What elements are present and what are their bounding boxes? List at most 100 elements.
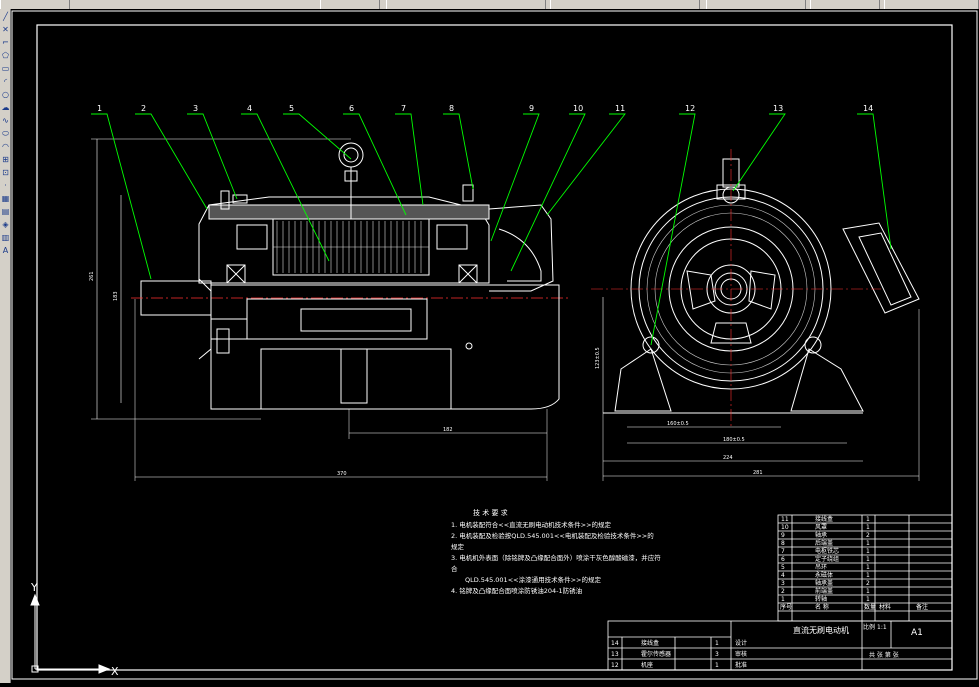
part-qty: 1 <box>866 548 870 555</box>
part-no: 10 <box>781 524 789 531</box>
toolbar-segment[interactable] <box>0 0 70 9</box>
part-no: 4 <box>781 572 785 579</box>
part-qty: 2 <box>866 532 870 539</box>
notes-line-4: 3. 电机机外表面（除铭牌及凸缘配合面外）喷涂干灰色醇酸磁漆，并应符 <box>451 553 661 562</box>
table-icon[interactable]: ▥ <box>1 233 10 242</box>
drawing-canvas[interactable]: 1 2 3 4 5 6 7 8 9 10 11 12 13 14 261 183… <box>11 9 979 683</box>
title-toolbar-strip <box>0 0 979 9</box>
ellipse-icon[interactable]: ⬭ <box>1 129 10 138</box>
polygon-icon[interactable]: ⬠ <box>1 51 10 60</box>
lower-part-qty: 3 <box>715 651 719 658</box>
part-name: 永磁体 <box>815 571 833 579</box>
cad-drawing[interactable]: 1 2 3 4 5 6 7 8 9 10 11 12 13 14 261 183… <box>11 9 979 683</box>
lower-part-name: 机座 <box>641 661 653 669</box>
part-qty: 1 <box>866 556 870 563</box>
head-no: 序号 <box>780 603 792 611</box>
ucs-x-label: X <box>111 665 119 678</box>
lower-part-name: 霍尔传感器 <box>641 650 671 658</box>
part-no: 6 <box>781 556 785 563</box>
part-no: 2 <box>781 588 785 595</box>
dim-right-h4: 281 <box>753 470 763 476</box>
gradient-icon[interactable]: ▤ <box>1 207 10 216</box>
construction-line-icon[interactable]: ✕ <box>1 25 10 34</box>
part-qty: 2 <box>866 580 870 587</box>
balloon-8: 8 <box>449 104 454 113</box>
ellipse-arc-icon[interactable]: ◠ <box>1 142 10 151</box>
part-name: 接线盒 <box>815 515 833 523</box>
part-name: 轴承盖 <box>815 579 833 587</box>
lower-part-qty: 1 <box>715 640 719 647</box>
lower-part-name: 接线盒 <box>641 639 659 647</box>
toolbar-segment[interactable] <box>320 0 380 9</box>
part-name: 后端盖 <box>815 539 833 547</box>
dim-right-h3: 224 <box>723 455 733 461</box>
head-qty: 数量 <box>864 603 876 611</box>
part-name: 风罩 <box>815 524 827 531</box>
part-qty: 1 <box>866 516 870 523</box>
part-name: 定子绕组 <box>815 555 839 563</box>
part-no: 7 <box>781 548 785 555</box>
part-name: 吊环 <box>815 564 827 571</box>
mtext-icon[interactable]: A <box>1 246 10 255</box>
balloon-labels: 1 2 3 4 5 6 7 8 9 10 11 12 13 14 <box>97 104 873 113</box>
scale-label: 比例 <box>863 623 875 631</box>
spline-icon[interactable]: ∿ <box>1 116 10 125</box>
notes-line-3: 规定 <box>451 542 465 551</box>
line-tool-icon[interactable]: ╱ <box>1 12 10 21</box>
role-approve: 批准 <box>735 661 747 669</box>
circle-icon[interactable]: ○ <box>1 90 10 99</box>
balloon-7: 7 <box>401 104 406 113</box>
lower-part-qty: 1 <box>715 662 719 669</box>
insert-block-icon[interactable]: ⊞ <box>1 155 10 164</box>
scale-value: 1:1 <box>877 624 887 631</box>
ucs-icon: Y X <box>30 581 119 678</box>
part-no: 11 <box>781 516 789 523</box>
plotstyle-dropdown[interactable] <box>884 0 979 9</box>
dim-right-h1: 160±0.5 <box>667 421 689 427</box>
arc-icon[interactable]: ◜ <box>1 77 10 86</box>
role-design: 设计 <box>735 639 747 647</box>
polyline-icon[interactable]: ⌐ <box>1 38 10 47</box>
dim-right-vert: 123±0.5 <box>595 347 601 369</box>
layer-dropdown[interactable] <box>386 0 546 9</box>
dim-bottom2: 370 <box>337 471 347 477</box>
balloon-11: 11 <box>615 104 625 113</box>
draw-toolbar: ╱ ✕ ⌐ ⬠ ▭ ◜ ○ ☁ ∿ ⬭ ◠ ⊞ ⊡ · ▦ ▤ ◈ ▥ A <box>0 9 11 683</box>
dim-left-vert: 261 <box>89 271 95 281</box>
dim-right-h2: 180±0.5 <box>723 437 745 443</box>
lineweight-dropdown[interactable] <box>810 0 880 9</box>
part-name: 轴承 <box>815 531 827 539</box>
lower-part-no: 12 <box>611 662 619 669</box>
hatch-icon[interactable]: ▦ <box>1 194 10 203</box>
head-material: 材料 <box>879 603 891 611</box>
notes-line-7: 4. 铭牌及凸缘配合面喷涂防锈油204-1防锈油 <box>451 586 582 595</box>
parts-list-text: 11 接线盒 1 10 风罩 1 9 轴承 2 8 后端盖 1 7 电枢铁芯 1… <box>611 515 928 669</box>
part-no: 1 <box>781 596 785 603</box>
part-name: 前端盖 <box>815 587 833 595</box>
notes-line-5: 合 <box>451 564 458 573</box>
color-dropdown[interactable] <box>550 0 700 9</box>
balloon-14: 14 <box>863 104 873 113</box>
front-end-view <box>591 149 920 481</box>
role-review: 审核 <box>735 650 747 658</box>
part-no: 3 <box>781 580 785 587</box>
notes-line-2: 2. 电机装配及检验按QLD.545.001<<电机装配及检验技术条件>>的 <box>451 531 654 540</box>
part-qty: 1 <box>866 588 870 595</box>
company: 共 张 第 张 <box>869 651 899 659</box>
dim-left-vert2: 183 <box>113 291 119 301</box>
side-section-view <box>91 138 571 481</box>
part-qty: 1 <box>866 564 870 571</box>
dimension-texts: 261 183 182 370 123±0.5 160±0.5 180±0.5 … <box>89 271 763 477</box>
technical-notes: 技 术 要 求 1. 电机装配符合<<直流无刷电动机技术条件>>的规定 2. 电… <box>451 508 661 595</box>
sheet-size: A1 <box>911 628 923 638</box>
point-icon[interactable]: · <box>1 181 10 190</box>
region-icon[interactable]: ◈ <box>1 220 10 229</box>
linetype-dropdown[interactable] <box>706 0 806 9</box>
notes-line-1: 1. 电机装配符合<<直流无刷电动机技术条件>>的规定 <box>451 520 612 529</box>
balloon-13: 13 <box>773 104 783 113</box>
lower-part-no: 13 <box>611 651 619 658</box>
part-no: 8 <box>781 540 785 547</box>
revcloud-icon[interactable]: ☁ <box>1 103 10 112</box>
rectangle-icon[interactable]: ▭ <box>1 64 10 73</box>
make-block-icon[interactable]: ⊡ <box>1 168 10 177</box>
